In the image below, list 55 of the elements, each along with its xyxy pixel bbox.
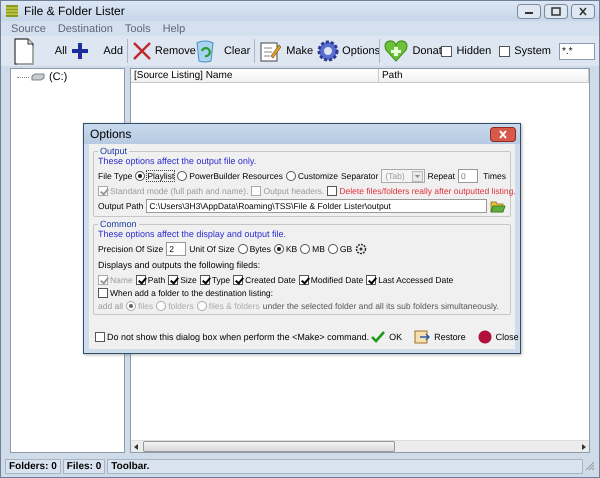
field-label: Output Path	[98, 201, 144, 211]
filter-checkbox[interactable]: System	[499, 45, 551, 57]
field-checkbox[interactable]: Size	[168, 275, 197, 285]
field-label: Unit Of Size	[189, 244, 235, 254]
file-type-radio[interactable]: PowerBuilder Resources	[177, 171, 283, 181]
toolbar-button[interactable]: Options	[315, 37, 377, 65]
field-label: Repeat	[428, 171, 455, 181]
field-checkbox[interactable]: Type	[200, 275, 230, 285]
file-type-radio[interactable]: Playlist	[135, 171, 174, 181]
dialog-button[interactable]: Close	[476, 329, 521, 345]
filter-field[interactable]: *.*	[558, 42, 595, 60]
field-label: Precision Of Size	[98, 244, 164, 254]
field-label: Separator	[340, 171, 378, 181]
field-checkbox[interactable]: Path	[136, 275, 166, 285]
status-panel: Folders: 0	[5, 458, 61, 474]
menu-item[interactable]: Destination	[58, 22, 113, 34]
field-label: Displays and outputs the following fileds:	[98, 259, 262, 272]
filter-checkbox[interactable]: Hidden	[441, 45, 492, 57]
unit-radio[interactable]: MB	[300, 244, 325, 254]
field-checkbox[interactable]: Modified Date	[298, 275, 364, 285]
file-type-radio[interactable]: Customize	[286, 171, 338, 181]
dialog-button[interactable]: OK	[369, 329, 404, 345]
output-path-field[interactable]: C:\Users\3H3\AppData\Roaming\TSS\File & Folder Lister\output	[146, 199, 487, 213]
field-label: add all	[98, 301, 124, 311]
menu-item[interactable]: Tools	[124, 22, 151, 34]
unit-radio[interactable]: Bytes	[238, 244, 271, 254]
toolbar-button[interactable]: Add	[69, 37, 125, 65]
window-title: File & Folder Lister	[24, 4, 126, 18]
status-panel: Files: 0	[62, 458, 106, 474]
menu-item[interactable]: Source	[11, 22, 46, 34]
dont-show-checkbox[interactable]: Do not show this dialog box when perform the <Make> command.	[95, 332, 370, 342]
column-header[interactable]: [Source Listing] Name	[131, 69, 379, 82]
group-title: Common	[99, 219, 138, 229]
field-label: File Type	[98, 171, 132, 181]
toolbar-button[interactable]: Make	[257, 37, 316, 65]
field-label: Times	[483, 171, 506, 181]
precision-field[interactable]: 2	[166, 242, 186, 256]
unit-radio[interactable]: KB	[274, 244, 298, 254]
menu-item[interactable]: Help	[162, 22, 186, 34]
hint-text: These options affect the output file only.	[98, 156, 258, 166]
status-panel: Toolbar.	[107, 458, 583, 474]
folder-option-checkbox[interactable]: When add a folder to the destination listing:	[98, 288, 274, 298]
toolbar-button[interactable]: Donat	[381, 37, 442, 65]
field-checkbox[interactable]: Last Accessed Date	[366, 275, 454, 285]
dialog-button[interactable]: Restore	[412, 329, 468, 345]
toolbar-button[interactable]: All	[11, 37, 69, 65]
column-header[interactable]: Path	[379, 69, 589, 82]
output-option-checkbox[interactable]: Delete files/folders really after outputted listing.	[327, 186, 516, 196]
unit-radio[interactable]: GB	[328, 244, 352, 254]
hint-text: These options affect the display and output file.	[98, 229, 287, 239]
dialog-title: Options	[90, 127, 132, 141]
field-checkbox[interactable]: Created Date	[233, 275, 296, 285]
tree-item[interactable]: (C:)	[47, 71, 70, 83]
field-label: under the selected folder and all its sub folders simultaneously.	[262, 301, 499, 311]
group-title: Output	[99, 146, 128, 156]
